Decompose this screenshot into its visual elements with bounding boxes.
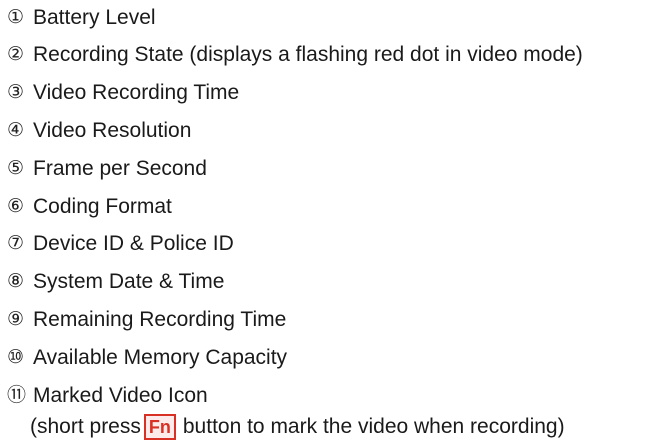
legend-item-recording-state: ② Recording State (displays a flashing r… [7,40,583,70]
item-label: Recording State (displays a flashing red… [33,43,583,66]
legend-item-device-id: ⑦ Device ID & Police ID [7,229,234,259]
item-number: ⑦ [7,233,24,254]
item-label: Coding Format [33,195,172,218]
item-label: Remaining Recording Time [33,308,287,331]
item-label: Marked Video Icon [33,384,208,407]
item-number: ② [7,44,24,65]
item-number: ⑤ [7,158,24,179]
item-number: ⑨ [7,309,24,330]
item-label: Available Memory Capacity [33,346,288,369]
legend-item-marked-video-icon: ⑪ Marked Video Icon [7,381,208,411]
item-number: ⑩ [7,347,24,368]
item-number: ⑥ [7,196,24,217]
note-suffix: button to mark the video when recording) [182,415,565,438]
item-label: Battery Level [33,6,156,29]
item-number: ① [7,7,24,28]
legend-item-frame-per-second: ⑤ Frame per Second [7,154,207,184]
item-number: ④ [7,120,24,141]
legend-item-remaining-recording-time: ⑨ Remaining Recording Time [7,305,286,335]
legend-item-video-recording-time: ③ Video Recording Time [7,78,239,108]
item-label: System Date & Time [33,270,225,293]
fn-key-icon: Fn [143,414,176,440]
item-label: Frame per Second [33,157,207,180]
note-prefix: (short press [30,415,141,438]
legend-item-system-date-time: ⑧ System Date & Time [7,267,224,297]
item-number: ③ [7,82,24,103]
screen-icon-legend: ① Battery Level ② Recording State (displ… [0,0,666,444]
item-number: ⑪ [7,385,26,406]
item-label: Video Resolution [33,119,192,142]
item-number: ⑧ [7,271,24,292]
marked-video-note: (short press Fn button to mark the video… [30,412,565,442]
legend-item-available-memory: ⑩ Available Memory Capacity [7,343,287,373]
item-label: Video Recording Time [33,81,240,104]
legend-item-video-resolution: ④ Video Resolution [7,116,191,146]
legend-item-coding-format: ⑥ Coding Format [7,192,172,222]
legend-item-battery-level: ① Battery Level [7,3,156,33]
item-label: Device ID & Police ID [33,232,234,255]
